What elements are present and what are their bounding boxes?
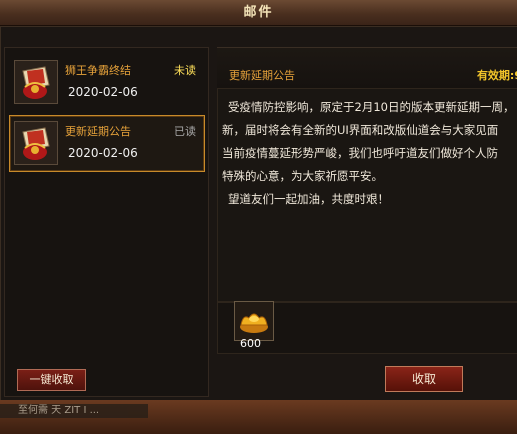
attachment-quantity: 600 (240, 337, 261, 350)
mail-detail-panel: 更新延期公告 有效期:9 受疫情防控影响，原定于2月10日的版本更新延期一周， … (217, 47, 517, 355)
mail-status: 已读 (174, 125, 196, 138)
content-line: 新，届时将会有全新的UI界面和改版仙道会与大家见面 (222, 123, 499, 137)
window-title: 邮件 (0, 0, 517, 26)
content-line: 受疫情防控影响，原定于2月10日的版本更新延期一周， (228, 100, 515, 114)
mail-expiry: 有效期:9 (476, 69, 517, 82)
content-line: 特殊的心意，为大家祈愿平安。 (222, 169, 383, 183)
mail-item-0[interactable]: 狮王争霸终结 未读 2020-02-06 (9, 54, 205, 111)
collect-all-button[interactable]: 一键收取 (17, 369, 86, 391)
gold-ingot-icon (235, 302, 273, 340)
mail-date: 2020-02-06 (68, 85, 138, 99)
attachment-slot[interactable] (234, 301, 274, 341)
mail-item-1[interactable]: 更新延期公告 已读 2020-02-06 (9, 115, 205, 172)
content-line: 望道友们一起加油，共度时艰！ (228, 192, 389, 206)
gift-bag-icon (14, 60, 58, 104)
mail-detail-title: 更新延期公告 (229, 69, 295, 82)
mail-list-panel: 狮王争霸终结 未读 2020-02-06 更新延期公告 已读 2020-02-0… (4, 47, 209, 397)
chat-bar[interactable]: 至何需 天 ZIT I ... (0, 404, 148, 418)
mail-title: 狮王争霸终结 (65, 64, 131, 77)
attachment-area: 600 (217, 301, 517, 354)
gift-bag-icon (14, 121, 58, 165)
mail-date: 2020-02-06 (68, 146, 138, 160)
mail-title: 更新延期公告 (65, 125, 131, 138)
mail-detail-header: 更新延期公告 有效期:9 (217, 47, 517, 89)
mail-window: 狮王争霸终结 未读 2020-02-06 更新延期公告 已读 2020-02-0… (0, 26, 517, 402)
mail-content: 受疫情防控影响，原定于2月10日的版本更新延期一周， 新，届时将会有全新的UI界… (217, 88, 517, 302)
collect-button[interactable]: 收取 (385, 366, 463, 392)
content-line: 当前疫情蔓延形势严峻，我们也呼吁道友们做好个人防 (222, 146, 498, 160)
mail-status: 未读 (174, 64, 196, 77)
